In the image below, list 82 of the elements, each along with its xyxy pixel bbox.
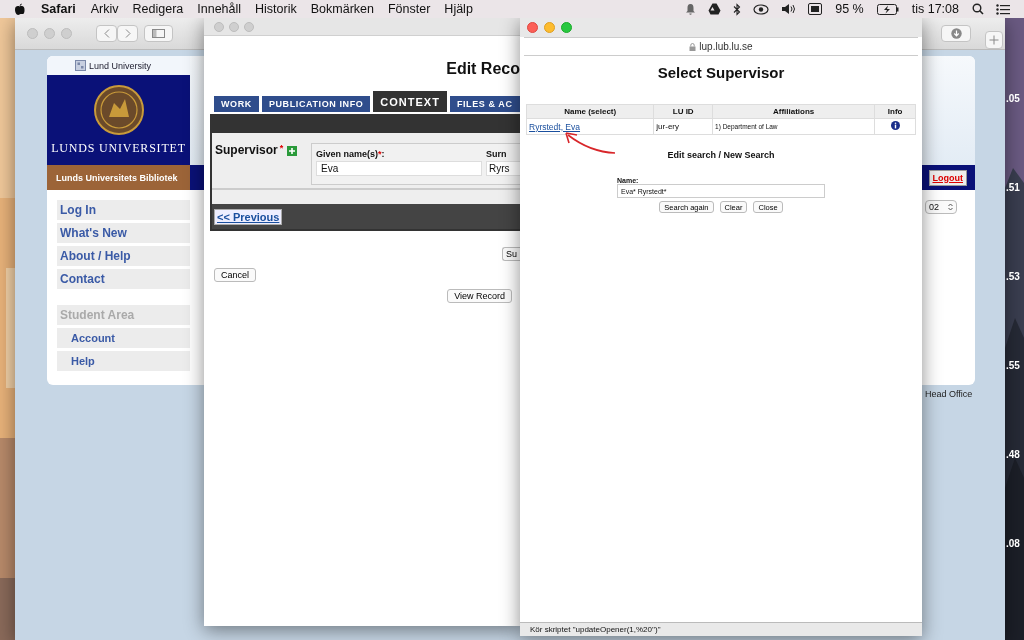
stepper-icon (948, 203, 953, 211)
number-text: .55 (1006, 360, 1021, 373)
required-mark: * (279, 143, 284, 153)
dialog-title: Select Supervisor (657, 64, 785, 81)
close-button[interactable] (527, 22, 538, 33)
new-tab-button[interactable] (985, 30, 1003, 49)
field-label: Supervisor (215, 143, 278, 157)
volume-icon[interactable] (781, 3, 797, 15)
plus-icon (989, 34, 999, 45)
cancel-button[interactable]: Cancel (214, 268, 256, 282)
menu-item[interactable]: Safari (31, 2, 84, 16)
university-icon (75, 60, 86, 71)
table-cell: jur-ery (653, 118, 713, 135)
apple-logo-icon[interactable] (14, 2, 25, 16)
download-icon (950, 28, 962, 39)
column-header: Affiliations (712, 104, 875, 119)
info-icon[interactable] (890, 121, 900, 130)
seal-icon (93, 84, 144, 135)
nav-link[interactable]: Log In (57, 200, 190, 220)
view-record-button[interactable]: View Record (447, 289, 512, 303)
nav-heading: Student Area (57, 305, 190, 325)
university-name: LUNDS UNIVERSITET (51, 140, 186, 156)
library-name: Lunds Universitets Bibliotek (47, 165, 190, 190)
tab[interactable]: CONTEXT (373, 91, 447, 112)
bluetooth-icon[interactable] (733, 2, 742, 16)
menu-item[interactable]: Innehåll (190, 2, 249, 16)
menu-item[interactable]: Hjälp (437, 2, 480, 16)
number-text: .51 (1006, 182, 1021, 195)
column-header: Info (874, 104, 916, 119)
menu-item[interactable]: Bokmärken (303, 2, 381, 16)
column-header: LU ID (653, 104, 713, 119)
bell-icon[interactable] (685, 3, 697, 15)
menu-item[interactable]: Fönster (380, 2, 438, 16)
column-header: Name (select) (526, 104, 654, 119)
address-bar[interactable]: lup.lub.lu.se (524, 37, 918, 56)
number-text: .08 (1006, 538, 1021, 551)
zoom-button[interactable] (561, 22, 572, 33)
university-label[interactable]: Lund University (89, 60, 152, 71)
battery-icon[interactable] (876, 3, 899, 15)
battery-percentage: 95 % (834, 2, 865, 16)
download-button[interactable] (941, 25, 971, 42)
menu-item[interactable]: Redigera (125, 2, 191, 16)
nav-link[interactable]: About / Help (57, 246, 190, 266)
add-icon[interactable] (287, 146, 298, 156)
search-icon[interactable] (972, 3, 984, 15)
nav-link[interactable]: Help (57, 351, 190, 371)
chevron-left-icon (103, 29, 110, 38)
forward-button[interactable] (117, 25, 138, 42)
menu-item[interactable]: Historik (248, 2, 304, 16)
nav-link[interactable]: Account (57, 328, 190, 348)
triangle-logo-icon[interactable] (708, 3, 722, 15)
page-title: Edit Reco (446, 60, 520, 78)
submit-button[interactable]: Su (502, 247, 520, 261)
number-text: .48 (1006, 449, 1021, 462)
field-label: Surn (486, 149, 508, 159)
number-text: .53 (1006, 271, 1021, 284)
tab[interactable]: WORK (214, 96, 259, 112)
display-icon[interactable] (808, 3, 823, 15)
back-button[interactable] (96, 25, 117, 42)
select-field[interactable]: 02 (925, 200, 957, 214)
nav-link[interactable]: What's New (57, 223, 190, 243)
minimize-button[interactable] (544, 22, 555, 33)
status-bar: Kör skriptet "updateOpener(1,%20'')" (520, 622, 922, 636)
sidebar-button[interactable] (144, 25, 173, 42)
sidebar-icon (152, 29, 165, 38)
footer-text: Head Office (925, 389, 973, 399)
list-icon[interactable] (996, 3, 1010, 15)
field-label: Given name(s)*: (316, 149, 386, 159)
menu-item[interactable]: Arkiv (83, 2, 126, 16)
section-heading: Edit search / New Search (667, 150, 775, 160)
logout-button[interactable]: Logout (928, 169, 967, 186)
previous-button[interactable]: << Previous (214, 208, 283, 225)
input-field[interactable]: Ryrs (486, 161, 520, 176)
chevron-right-icon (124, 29, 131, 38)
annotation-arrow (565, 132, 616, 154)
number-text: .05 (1006, 93, 1021, 106)
tab[interactable]: PUBLICATION INFO (261, 96, 371, 112)
tab[interactable]: FILES & AC (449, 96, 520, 112)
eye-icon[interactable] (753, 3, 770, 15)
nav-link[interactable]: Contact (57, 269, 190, 289)
input-field[interactable]: Eva (316, 161, 482, 176)
menu-clock[interactable]: tis 17:08 (904, 2, 966, 16)
